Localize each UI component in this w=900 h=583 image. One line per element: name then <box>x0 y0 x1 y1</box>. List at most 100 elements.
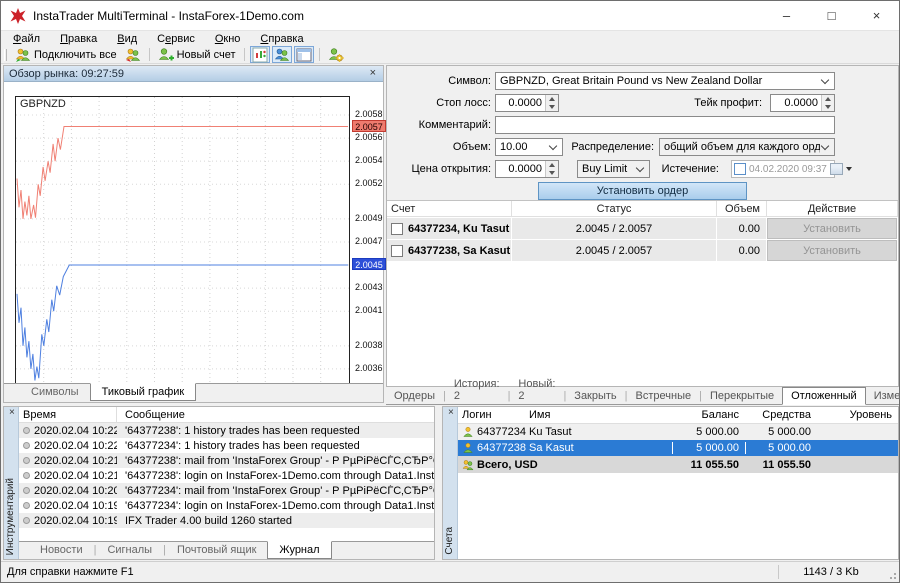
level-header[interactable]: Уровень <box>817 409 898 421</box>
order-accounts-list: СчетСтатусОбъемДействие 64377234, Ku Tas… <box>387 200 898 386</box>
spin-down-icon[interactable] <box>822 103 834 111</box>
journal-tab-1[interactable]: Новости <box>29 542 94 558</box>
journal-row[interactable]: 2020.02.04 10:20:0...'64377234': mail fr… <box>19 483 434 498</box>
place-order-row-button[interactable]: Установить <box>767 240 897 261</box>
journal-tab-2[interactable]: Сигналы <box>96 542 163 558</box>
account-row[interactable]: 64377238Sa Kasut5 000.005 000.00 <box>458 440 898 456</box>
orders-tab-8[interactable]: Изменить <box>866 388 900 404</box>
orders-tab-7[interactable]: Отложенный <box>782 387 866 405</box>
distribution-select[interactable]: общий объем для каждого ордера <box>659 138 835 156</box>
journal-message-header[interactable]: Сообщение <box>117 409 185 421</box>
spin-up-icon[interactable] <box>546 161 558 169</box>
open-price-input[interactable]: 0.0000 <box>495 160 559 178</box>
toolbar-grip[interactable] <box>4 49 7 61</box>
close-button[interactable]: × <box>854 1 899 30</box>
order-table-row[interactable]: 64377238, Sa Kasut2.0045 / 2.00570.00Уст… <box>387 240 898 261</box>
volume-select[interactable]: 10.00 <box>495 138 563 156</box>
orders-tab-1[interactable]: Ордеры <box>386 388 443 404</box>
disconnect-all-button[interactable] <box>121 46 145 63</box>
order-col-header-4[interactable]: Действие <box>767 201 898 216</box>
accounts-total-row: Всего, USD11 055.5011 055.50 <box>458 456 898 473</box>
journal-row[interactable]: 2020.02.04 10:21:0...'64377238': login o… <box>19 468 434 483</box>
name-header[interactable]: Имя <box>523 409 672 421</box>
order-table-row[interactable]: 64377234, Ku Tasut2.0045 / 2.00570.00Уст… <box>387 218 898 239</box>
date-dropdown-icon[interactable] <box>846 167 852 171</box>
order-col-header-1[interactable]: Счет <box>387 201 512 216</box>
order-col-header-2[interactable]: Статус <box>512 201 717 216</box>
market-watch-close-icon[interactable]: × <box>368 68 378 79</box>
market-watch-toggle-button[interactable] <box>250 46 270 63</box>
stop-loss-label: Стоп лосс: <box>387 94 491 112</box>
place-order-button[interactable]: Установить ордер <box>538 182 747 200</box>
balance-header[interactable]: Баланс <box>672 409 745 421</box>
account-checkbox[interactable] <box>391 245 403 257</box>
equity-header[interactable]: Средства <box>745 409 817 421</box>
chevron-down-icon <box>549 141 557 149</box>
journal-content: Время Сообщение 2020.02.04 10:22:2...'64… <box>19 407 434 559</box>
order-col-header-3[interactable]: Объем <box>717 201 767 216</box>
journal-row[interactable]: 2020.02.04 10:19:5...'64377234': login o… <box>19 498 434 513</box>
app-window: InstaTrader MultiTerminal - InstaForex-1… <box>0 0 900 583</box>
order-account-cell: 64377234, Ku Tasut <box>387 218 511 239</box>
toolbar-separator <box>149 48 150 61</box>
menu-item-6[interactable]: Справка <box>250 33 313 45</box>
chart-symbol-label: GBPNZD <box>20 98 66 110</box>
journal-message: '64377234': login on InstaForex-1Demo.co… <box>117 500 434 512</box>
journal-entry-icon <box>23 487 30 494</box>
minimize-button[interactable]: – <box>764 1 809 30</box>
stop-loss-input[interactable]: 0.0000 <box>495 94 559 112</box>
comment-input[interactable] <box>495 116 835 134</box>
journal-row[interactable]: 2020.02.04 10:22:2...'64377234': 1 histo… <box>19 438 434 453</box>
spin-up-icon[interactable] <box>546 95 558 103</box>
order-status-cell: 2.0045 / 2.0057 <box>512 240 716 261</box>
account-checkbox[interactable] <box>391 223 403 235</box>
toolbox-close-icon[interactable]: × <box>7 408 17 418</box>
spin-up-icon[interactable] <box>822 95 834 103</box>
orders-tab-4[interactable]: Закрыть <box>566 388 624 404</box>
title-bar: InstaTrader MultiTerminal - InstaForex-1… <box>1 1 899 31</box>
menu-item-3[interactable]: Вид <box>107 33 147 45</box>
maximize-button[interactable]: □ <box>809 1 854 30</box>
order-panel: Символ: GBPNZD, Great Britain Pound vs N… <box>386 65 899 387</box>
journal-tab-4[interactable]: Журнал <box>267 541 331 559</box>
terminal-toggle-button[interactable] <box>294 46 314 63</box>
market-watch-tab-2[interactable]: Тиковый график <box>90 383 197 401</box>
resize-grip[interactable] <box>883 562 899 582</box>
journal-entry-icon <box>23 517 30 524</box>
menu-item-5[interactable]: Окно <box>205 33 251 45</box>
journal-time-header[interactable]: Время <box>19 407 117 422</box>
journal-row[interactable]: 2020.02.04 10:22:2...'64377238': 1 histo… <box>19 423 434 438</box>
market-watch-tab-1[interactable]: Символы <box>20 384 90 400</box>
journal-row[interactable]: 2020.02.04 10:19:3...IFX Trader 4.00 bui… <box>19 513 434 528</box>
main-area: Обзор рынка: 09:27:59 × GBPNZD 2.00582.0… <box>1 64 899 561</box>
new-account-button[interactable]: Новый счет <box>154 46 240 63</box>
menu-item-1[interactable]: Файл <box>3 33 50 45</box>
place-order-row-button[interactable]: Установить <box>767 218 897 239</box>
price-tick-label: 2.0052 <box>355 178 387 188</box>
journal-message: IFX Trader 4.00 build 1260 started <box>117 515 292 527</box>
menu-item-4[interactable]: Сервис <box>147 33 205 45</box>
take-profit-input[interactable]: 0.0000 <box>770 94 835 112</box>
journal-row[interactable]: 2020.02.04 10:21:1...'64377238': mail fr… <box>19 453 434 468</box>
orders-tab-6[interactable]: Перекрытые <box>702 388 782 404</box>
spin-down-icon[interactable] <box>546 103 558 111</box>
calendar-icon[interactable] <box>830 163 843 175</box>
account-row[interactable]: 64377234Ku Tasut5 000.005 000.00 <box>458 424 898 440</box>
expiration-checkbox[interactable] <box>734 163 746 175</box>
spin-down-icon[interactable] <box>546 169 558 177</box>
accounts-icon <box>274 47 290 63</box>
orders-tab-3[interactable]: Новый: 2 <box>510 376 563 404</box>
orders-tab-5[interactable]: Встречные <box>628 388 700 404</box>
accounts-toggle-button[interactable] <box>272 46 292 63</box>
accounts-close-icon[interactable]: × <box>446 408 456 418</box>
symbol-select[interactable]: GBPNZD, Great Britain Pound vs New Zeala… <box>495 72 835 90</box>
market-watch-header: Обзор рынка: 09:27:59 × <box>4 66 383 82</box>
orders-tab-2[interactable]: История: 2 <box>446 376 508 404</box>
account-settings-button[interactable] <box>324 46 348 63</box>
connect-all-button[interactable]: Подключить все <box>11 46 121 63</box>
menu-item-2[interactable]: Правка <box>50 33 107 45</box>
account-balance-cell: 5 000.00 <box>672 442 745 454</box>
login-header[interactable]: Логин <box>458 409 523 421</box>
journal-tab-3[interactable]: Почтовый ящик <box>166 542 267 558</box>
status-bar: Для справки нажмите F1 1143 / 3 Kb <box>1 561 899 582</box>
